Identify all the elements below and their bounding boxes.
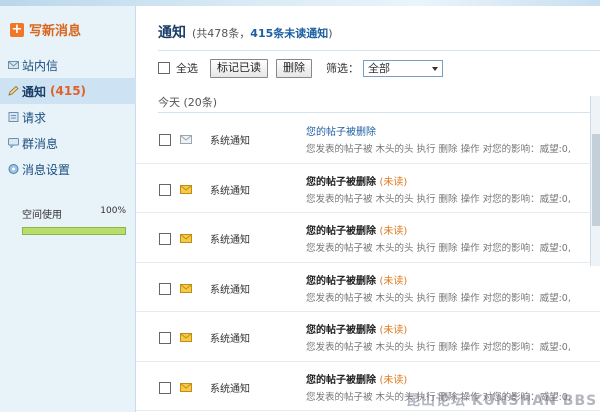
row-sender: 系统通知 bbox=[210, 235, 250, 246]
row-preview: 您发表的帖子被 木头的头 执行 删除 操作 对您的影响：威望:0, bbox=[306, 292, 571, 304]
watermark: 昆山论坛 KUNSHAN BBS bbox=[406, 393, 598, 409]
row-preview: 您发表的帖子被 木头的头 执行 删除 操作 对您的影响：威望:0, bbox=[306, 243, 571, 254]
notification-summary: (共478条，415条未读通知) bbox=[192, 27, 333, 40]
space-usage-percent: 100% bbox=[100, 206, 126, 216]
row-sender: 系统通知 bbox=[210, 284, 250, 296]
select-all-checkbox[interactable] bbox=[158, 62, 170, 74]
compose-label: 写新消息 bbox=[29, 24, 82, 39]
sidebar-nav: 站内信 通知 (415) 请求 群消息 消息设置 bbox=[0, 52, 136, 182]
sidebar-item-label: 群消息 bbox=[22, 136, 59, 151]
request-icon bbox=[8, 112, 19, 122]
scrollbar-thumb[interactable] bbox=[592, 134, 600, 226]
page-title: 通知 bbox=[158, 25, 186, 41]
row-sender: 系统通知 bbox=[210, 185, 250, 197]
pencil-icon bbox=[8, 86, 19, 96]
group-message-icon bbox=[8, 138, 19, 148]
space-usage-fill bbox=[23, 228, 125, 234]
unread-tag: (未读) bbox=[379, 226, 408, 237]
space-usage: 空间使用 100% bbox=[22, 206, 126, 235]
notification-row[interactable]: 系统通知 您的帖子被删除 (未读) 您发表的帖子被 木头的头 执行 删除 操作 对您… bbox=[136, 312, 600, 362]
envelope-icon bbox=[180, 283, 192, 293]
row-sender: 系统通知 bbox=[210, 136, 250, 147]
select-all-label: 全选 bbox=[176, 62, 198, 75]
envelope-icon bbox=[180, 233, 192, 243]
row-checkbox[interactable] bbox=[159, 282, 171, 295]
filter-label: 筛选： bbox=[326, 62, 359, 75]
row-preview: 您发表的帖子被 木头的头 执行 删除 操作 对您的影响：威望:0, bbox=[306, 193, 571, 205]
settings-icon bbox=[8, 164, 19, 174]
filter-value: 全部 bbox=[368, 61, 390, 75]
scrollbar[interactable] bbox=[590, 96, 600, 266]
notification-row[interactable]: 系统通知 您的帖子被删除 您发表的帖子被 木头的头 执行 删除 操作 对您的影响：… bbox=[136, 114, 600, 164]
unread-tag: (未读) bbox=[379, 275, 408, 287]
section-divider bbox=[158, 112, 600, 113]
row-sender: 系统通知 bbox=[210, 383, 250, 395]
page-header: 通知 (共478条，415条未读通知) bbox=[158, 22, 333, 42]
space-usage-label: 空间使用 bbox=[22, 210, 62, 221]
sidebar-item-label: 通知 bbox=[22, 84, 47, 99]
filter-select[interactable]: 全部 bbox=[363, 59, 443, 77]
row-subject-link[interactable]: 您的帖子被删除 (未读) bbox=[306, 173, 407, 188]
unread-tag: (未读) bbox=[379, 325, 408, 336]
row-subject-link[interactable]: 您的帖子被删除 (未读) bbox=[306, 371, 407, 386]
row-checkbox[interactable] bbox=[159, 233, 171, 245]
plus-icon: + bbox=[10, 21, 24, 37]
delete-button[interactable]: 删除 bbox=[276, 58, 312, 78]
chevron-down-icon bbox=[432, 66, 438, 71]
row-subject-link[interactable]: 您的帖子被删除 bbox=[306, 123, 376, 138]
notification-row[interactable]: 系统通知 您的帖子被删除 (未读) 您发表的帖子被 木头的头 执行 删除 操作 对您… bbox=[136, 164, 600, 213]
row-preview: 您发表的帖子被 木头的头 执行 删除 操作 对您的影响：威望:0, bbox=[306, 144, 571, 155]
row-preview: 您发表的帖子被 木头的头 执行 删除 操作 对您的影响：威望:0, bbox=[306, 342, 571, 353]
row-checkbox[interactable] bbox=[159, 183, 171, 196]
envelope-icon bbox=[180, 332, 192, 342]
mail-icon bbox=[8, 61, 19, 69]
main-panel: 通知 (共478条，415条未读通知) 全选 标记已读 删除 筛选： 全部 今天… bbox=[136, 6, 600, 412]
row-checkbox[interactable] bbox=[159, 134, 171, 146]
unread-summary: 415条未读通知 bbox=[250, 27, 329, 40]
row-subject-link[interactable]: 您的帖子被删除 (未读) bbox=[306, 272, 407, 287]
header-divider bbox=[158, 50, 600, 51]
unread-count-badge: (415) bbox=[50, 84, 87, 98]
sidebar-item-label: 请求 bbox=[22, 110, 47, 125]
sidebar-item-requests[interactable]: 请求 bbox=[0, 104, 136, 130]
space-usage-bar bbox=[22, 227, 126, 235]
mark-read-button[interactable]: 标记已读 bbox=[210, 58, 268, 78]
notification-row[interactable]: 系统通知 您的帖子被删除 (未读) 您发表的帖子被 木头的头 执行 删除 操作 对您… bbox=[136, 213, 600, 263]
sidebar-item-inbox[interactable]: 站内信 bbox=[0, 52, 136, 78]
toolbar: 全选 标记已读 删除 筛选： 全部 bbox=[158, 58, 443, 78]
row-sender: 系统通知 bbox=[210, 334, 250, 345]
unread-tag: (未读) bbox=[379, 374, 408, 386]
envelope-open-icon bbox=[180, 134, 192, 144]
compose-button[interactable]: + 写新消息 bbox=[10, 20, 81, 39]
sidebar-item-label: 站内信 bbox=[22, 58, 59, 73]
unread-tag: (未读) bbox=[379, 176, 408, 188]
sidebar-item-message-settings[interactable]: 消息设置 bbox=[0, 156, 136, 182]
section-header-today: 今天 (20条) bbox=[158, 96, 218, 109]
row-checkbox[interactable] bbox=[159, 332, 171, 344]
notification-list: 系统通知 您的帖子被删除 您发表的帖子被 木头的头 执行 删除 操作 对您的影响：… bbox=[136, 114, 600, 411]
notification-row[interactable]: 系统通知 您的帖子被删除 (未读) 您发表的帖子被 木头的头 执行 删除 操作 对您… bbox=[136, 263, 600, 312]
sidebar: + 写新消息 站内信 通知 (415) 请求 群消息 消息设置 空间使用 100… bbox=[0, 6, 136, 412]
row-subject-link[interactable]: 您的帖子被删除 (未读) bbox=[306, 222, 407, 237]
row-checkbox[interactable] bbox=[159, 381, 171, 394]
sidebar-item-label: 消息设置 bbox=[22, 162, 71, 177]
sidebar-item-notifications[interactable]: 通知 (415) bbox=[0, 78, 136, 104]
envelope-icon bbox=[180, 184, 192, 194]
row-subject-link[interactable]: 您的帖子被删除 (未读) bbox=[306, 321, 407, 336]
envelope-icon bbox=[180, 382, 192, 392]
sidebar-item-group-messages[interactable]: 群消息 bbox=[0, 130, 136, 156]
